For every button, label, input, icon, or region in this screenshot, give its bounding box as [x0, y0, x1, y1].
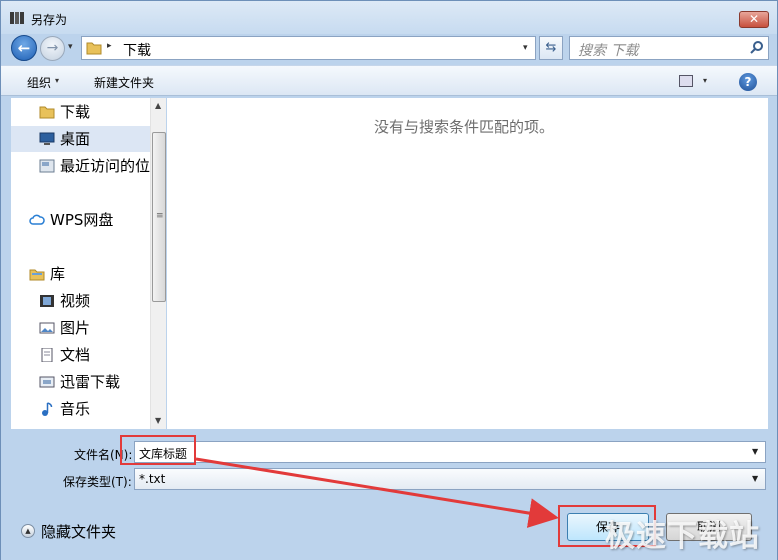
sidebar-item-label: 图片	[60, 319, 91, 337]
chevron-down-icon[interactable]: ▾	[55, 76, 59, 85]
refresh-button[interactable]: ⇆	[539, 36, 563, 60]
watermark-logo: 极速下载站	[605, 519, 760, 554]
music-icon	[42, 402, 53, 416]
sidebar-item-desktop[interactable]: 桌面	[11, 126, 151, 152]
filetype-value: *.txt	[139, 472, 166, 486]
view-options-icon[interactable]	[679, 75, 693, 87]
save-as-dialog: 另存为 ✕ ← → ▾ ▸ 下载 ▾ ⇆ 搜索 下载 组织 ▾ 新建文件夹 ▾ …	[0, 0, 778, 560]
search-placeholder: 搜索 下载	[578, 43, 639, 59]
window-title: 另存为	[31, 13, 68, 27]
chevron-up-icon: ▲	[21, 524, 35, 538]
forward-button[interactable]: →	[40, 36, 65, 61]
recent-locations-dropdown[interactable]: ▾	[68, 42, 73, 52]
sidebar-item-label: 下载	[60, 103, 91, 121]
navigation-scrollbar[interactable]: ▲ ≡ ▼	[150, 98, 166, 429]
sidebar-item-label: 库	[50, 265, 66, 283]
filetype-label: 保存类型(T):	[63, 475, 132, 489]
scroll-up-button[interactable]: ▲	[155, 101, 161, 110]
back-button[interactable]: ←	[11, 35, 37, 61]
desktop-icon	[39, 132, 55, 145]
navigation-bar: ← → ▾ ▸ 下载 ▾ ⇆ 搜索 下载	[1, 34, 777, 62]
scroll-down-button[interactable]: ▼	[155, 416, 161, 425]
folder-icon	[39, 106, 55, 119]
sidebar-item-music[interactable]: 音乐	[11, 396, 151, 422]
sidebar-item-recent-places[interactable]: 最近访问的位	[11, 153, 151, 179]
sidebar-item-pictures[interactable]: 图片	[11, 315, 151, 341]
sidebar-item-downloads[interactable]: 下载	[11, 99, 151, 125]
address-dropdown[interactable]: ▾	[523, 43, 528, 53]
sidebar-item-documents[interactable]: 文档	[11, 342, 151, 368]
cloud-icon	[29, 214, 45, 225]
close-button[interactable]: ✕	[739, 11, 769, 28]
search-icon[interactable]	[749, 40, 765, 56]
sidebar-item-label: 视频	[60, 292, 91, 310]
sidebar-item-label: 桌面	[60, 130, 91, 148]
new-folder-button[interactable]: 新建文件夹	[94, 74, 154, 91]
document-icon	[41, 348, 53, 362]
filename-highlight-box	[120, 435, 196, 465]
organize-button[interactable]: 组织	[27, 74, 51, 91]
empty-results-message: 没有与搜索条件匹配的项。	[374, 118, 555, 136]
chevron-down-icon[interactable]: ▾	[703, 76, 707, 85]
grip-icon: ≡	[156, 211, 164, 221]
sidebar-item-label: WPS网盘	[50, 211, 114, 229]
hide-folders-label: 隐藏文件夹	[41, 523, 117, 541]
sidebar-item-library[interactable]: 库	[11, 261, 151, 287]
sidebar-item-label: 音乐	[60, 400, 91, 418]
app-icon	[10, 12, 24, 24]
file-list-pane[interactable]: 没有与搜索条件匹配的项。	[167, 98, 768, 429]
title-bar: 另存为 ✕	[1, 1, 777, 34]
breadcrumb-separator[interactable]: ▸	[107, 41, 112, 51]
picture-icon	[39, 322, 55, 334]
navigation-pane: 下载 桌面 最近访问的位 WPS网盘 库 视频 图片 文档 迅雷下载 音乐	[11, 98, 166, 429]
address-bar[interactable]: ▸ 下载 ▾	[81, 36, 536, 60]
sidebar-item-videos[interactable]: 视频	[11, 288, 151, 314]
breadcrumb-location[interactable]: 下载	[123, 40, 151, 60]
help-icon[interactable]: ?	[739, 73, 757, 91]
sidebar-item-wps-cloud[interactable]: WPS网盘	[11, 207, 151, 233]
sidebar-item-label: 文档	[60, 346, 91, 364]
filename-dropdown[interactable]: ▼	[752, 447, 758, 456]
command-toolbar: 组织 ▾ 新建文件夹 ▾ ?	[1, 65, 777, 96]
filetype-select[interactable]: *.txt ▼	[134, 468, 766, 490]
filetype-dropdown[interactable]: ▼	[752, 474, 758, 483]
scroll-thumb[interactable]: ≡	[152, 132, 166, 302]
download-icon	[39, 376, 55, 388]
recent-places-icon	[39, 159, 55, 173]
folder-icon	[86, 42, 102, 55]
sidebar-item-label: 最近访问的位	[60, 157, 151, 175]
filename-field[interactable]: 文库标题 ▼	[134, 441, 766, 463]
search-input[interactable]: 搜索 下载	[569, 36, 769, 60]
sidebar-item-label: 迅雷下载	[60, 373, 121, 391]
video-icon	[40, 295, 54, 307]
sidebar-item-xunlei-downloads[interactable]: 迅雷下载	[11, 369, 151, 395]
library-icon	[29, 269, 45, 281]
